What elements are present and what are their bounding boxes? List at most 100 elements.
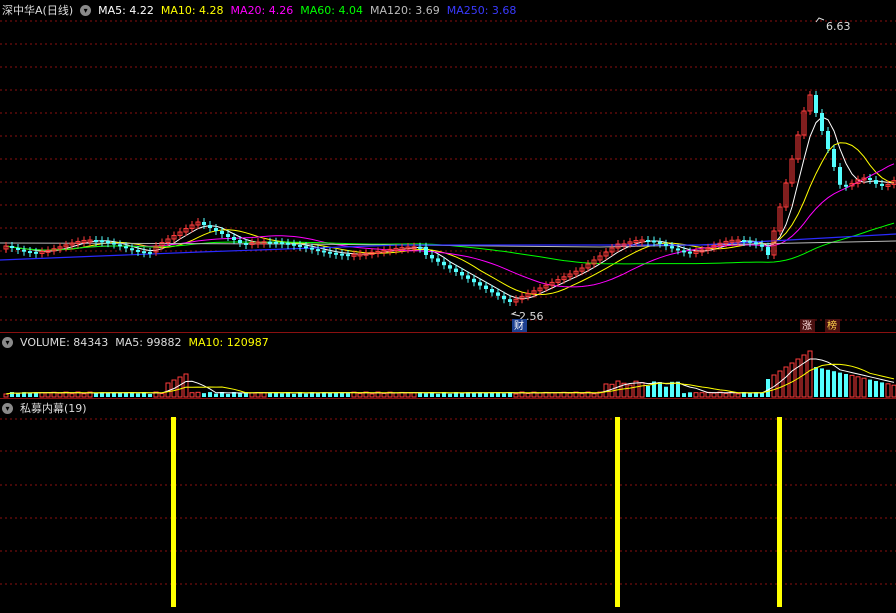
- candle: [874, 180, 878, 184]
- volume-bar: [94, 393, 98, 397]
- candle: [310, 247, 314, 250]
- volume-bar: [849, 374, 855, 398]
- candle: [472, 278, 476, 283]
- volume-bar: [885, 383, 891, 398]
- volume-bar: [537, 392, 543, 398]
- volume-bar: [676, 381, 680, 397]
- volume-bar: [682, 393, 686, 397]
- volume-bar: [549, 392, 555, 398]
- candle: [244, 243, 248, 245]
- volume-bar: [891, 384, 896, 398]
- volume-bar: [814, 367, 818, 397]
- candle: [112, 242, 116, 245]
- volume-bar: [513, 393, 519, 398]
- volume-bar: [567, 392, 573, 398]
- volume-bar: [57, 392, 63, 398]
- volume-bar: [777, 370, 783, 398]
- volume-bar: [766, 379, 770, 397]
- volume-bar: [249, 392, 255, 398]
- indicator-chart[interactable]: [0, 399, 896, 613]
- candle: [478, 282, 482, 286]
- candle: [316, 249, 320, 252]
- volume-bar: [214, 393, 218, 397]
- volume-bar: [820, 368, 824, 397]
- candle: [820, 113, 824, 131]
- volume-bar: [615, 380, 621, 398]
- volume-bar: [664, 386, 668, 397]
- candle: [460, 272, 464, 276]
- candle: [484, 285, 488, 289]
- candle: [238, 240, 242, 243]
- candle: [328, 251, 332, 254]
- candle: [34, 251, 38, 254]
- signal-bar: [615, 417, 620, 607]
- limit-up-tag[interactable]: 涨: [802, 320, 812, 332]
- volume-bar: [826, 369, 830, 397]
- candle: [214, 228, 218, 231]
- candle: [838, 167, 842, 185]
- volume-bar: [723, 393, 729, 398]
- volume-bar: [711, 392, 717, 398]
- candle: [748, 240, 752, 243]
- volume-bar: [591, 393, 597, 398]
- candle: [304, 246, 308, 249]
- candle: [232, 237, 236, 240]
- candle: [118, 244, 122, 247]
- volume-bar: [525, 393, 531, 398]
- volume-bar: [202, 393, 206, 397]
- volume-bar: [411, 392, 417, 398]
- candle: [880, 183, 884, 186]
- candle: [652, 240, 656, 243]
- volume-ma5-line: [5, 358, 895, 395]
- volume-chart[interactable]: [0, 333, 896, 398]
- volume-bar: [502, 393, 506, 397]
- candle: [496, 292, 500, 296]
- candle: [682, 250, 686, 253]
- candle: [760, 244, 764, 247]
- candle: [226, 234, 230, 237]
- volume-bar: [28, 393, 32, 397]
- volume-bar: [789, 362, 795, 398]
- volume-bar: [874, 381, 878, 397]
- candle: [442, 261, 446, 266]
- candle: [742, 240, 746, 243]
- candle: [424, 246, 428, 255]
- volume-bar: [627, 384, 633, 398]
- volume-bar: [838, 372, 842, 397]
- candle: [754, 242, 758, 245]
- volume-bar: [238, 393, 242, 397]
- candle: [292, 243, 296, 246]
- volume-bar: [490, 392, 494, 397]
- volume-bar: [159, 393, 165, 398]
- candle: [202, 222, 206, 225]
- volume-bar: [3, 393, 9, 398]
- volume-bar: [393, 392, 399, 398]
- rank-tag[interactable]: 榜: [827, 319, 837, 332]
- candle: [490, 289, 494, 293]
- volume-bar: [699, 392, 705, 398]
- price-chart[interactable]: 6.63 2.56 财 涨 榜: [0, 0, 896, 332]
- volume-bar: [195, 391, 201, 398]
- volume-bar: [268, 392, 272, 397]
- volume-bar: [861, 377, 867, 398]
- volume-bar: [436, 393, 440, 397]
- candle: [142, 251, 146, 254]
- candle: [298, 244, 302, 247]
- volume-bar: [748, 393, 752, 397]
- volume-bar: [16, 393, 20, 397]
- candle: [286, 242, 290, 245]
- candle: [466, 275, 470, 279]
- volume-bar: [405, 392, 411, 398]
- candle: [664, 243, 668, 247]
- candle: [268, 241, 272, 244]
- candle: [436, 258, 440, 262]
- finance-tag[interactable]: 财: [514, 319, 524, 332]
- volume-bar: [448, 393, 452, 397]
- volume-bar: [189, 392, 195, 398]
- candle: [100, 240, 104, 243]
- volume-bar: [844, 374, 848, 397]
- candle: [106, 241, 110, 244]
- signal-bar: [777, 417, 782, 607]
- candle: [274, 241, 278, 244]
- candle: [646, 240, 650, 243]
